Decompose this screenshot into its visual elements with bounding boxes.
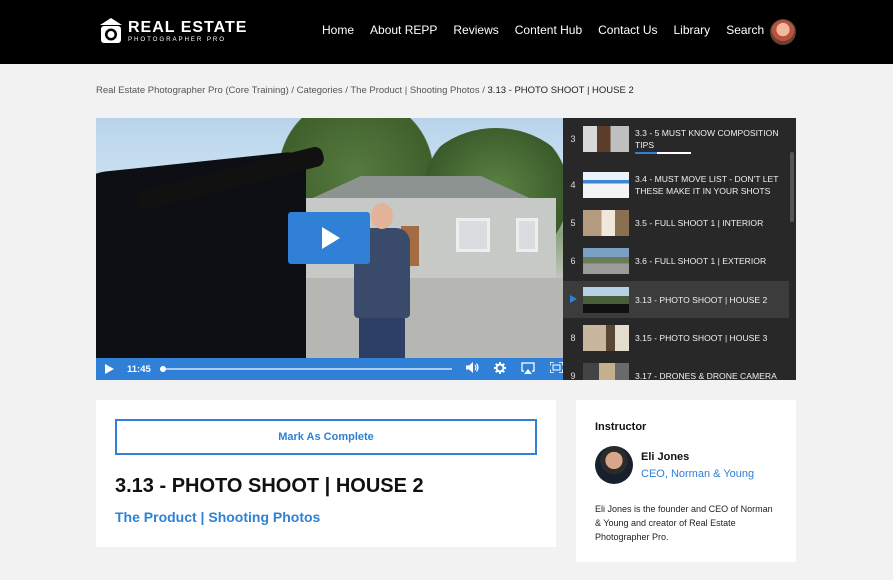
video-frame-window <box>516 218 538 252</box>
lesson-category-link[interactable]: The Product | Shooting Photos <box>115 509 320 525</box>
logo-main: REAL ESTATE <box>128 18 248 36</box>
video-player[interactable]: 11:45 <box>96 118 563 380</box>
playlist-item-number <box>563 294 583 305</box>
nav-search[interactable]: Search <box>726 23 764 37</box>
playlist-thumbnail <box>583 125 629 152</box>
nav-reviews[interactable]: Reviews <box>453 23 498 37</box>
video-time: 11:45 <box>127 363 151 375</box>
breadcrumb-category[interactable]: The Product | Shooting Photos <box>350 85 479 96</box>
nav-home[interactable]: Home <box>322 23 354 37</box>
playlist-item[interactable]: 6 3.6 - FULL SHOOT 1 | EXTERIOR <box>563 242 789 279</box>
lesson-playlist[interactable]: 3 3.3 - 5 MUST KNOW COMPOSITION TIPS 4 3… <box>563 118 796 380</box>
playlist-item-number: 9 <box>570 370 576 381</box>
user-avatar[interactable] <box>770 19 796 45</box>
airplay-icon[interactable] <box>521 361 535 377</box>
playlist-item[interactable]: 9 3.17 - DRONES & DRONE CAMERA <box>563 357 789 380</box>
playlist-item-title: 3.15 - PHOTO SHOOT | HOUSE 3 <box>635 332 768 343</box>
playlist-item-title: 3.13 - PHOTO SHOOT | HOUSE 2 <box>635 294 768 305</box>
instructor-card: Instructor Eli Jones CEO, Norman & Young… <box>576 400 796 562</box>
site-logo[interactable]: REAL ESTATE PHOTOGRAPHER PRO <box>100 15 247 47</box>
instructor-name: Eli Jones <box>641 451 690 463</box>
nav-about[interactable]: About REPP <box>370 23 437 37</box>
playlist-item[interactable]: 5 3.5 - FULL SHOOT 1 | INTERIOR <box>563 204 789 241</box>
lesson-card: Mark As Complete 3.13 - PHOTO SHOOT | HO… <box>96 400 556 547</box>
settings-icon[interactable] <box>493 361 507 377</box>
playlist-item[interactable]: 8 3.15 - PHOTO SHOOT | HOUSE 3 <box>563 319 789 356</box>
breadcrumb-separator: / <box>479 85 488 96</box>
playlist-item-title: 3.3 - 5 MUST KNOW COMPOSITION TIPS <box>635 127 779 150</box>
lesson-title: 3.13 - PHOTO SHOOT | HOUSE 2 <box>115 475 424 497</box>
seek-knob[interactable] <box>159 366 166 372</box>
playlist-item-title: 3.5 - FULL SHOOT 1 | INTERIOR <box>635 217 764 228</box>
logo-text: REAL ESTATE PHOTOGRAPHER PRO <box>128 19 247 44</box>
volume-icon[interactable] <box>466 362 480 376</box>
play-icon[interactable] <box>105 364 114 374</box>
big-play-button[interactable] <box>288 212 370 264</box>
instructor-role-link[interactable]: CEO, Norman & Young <box>641 468 754 480</box>
playlist-item-progress <box>635 152 691 154</box>
playlist-item-number: 6 <box>570 255 576 266</box>
playlist-item[interactable]: 3 3.3 - 5 MUST KNOW COMPOSITION TIPS <box>563 120 789 157</box>
video-frame-person <box>371 203 393 229</box>
site-header: REAL ESTATE PHOTOGRAPHER PRO Home About … <box>0 0 893 64</box>
playlist-thumbnail <box>583 209 629 236</box>
mark-complete-button[interactable]: Mark As Complete <box>115 419 537 455</box>
nav-library[interactable]: Library <box>674 23 711 37</box>
breadcrumb-course[interactable]: Real Estate Photographer Pro (Core Train… <box>96 85 289 96</box>
playlist-item[interactable]: 4 3.4 - MUST MOVE LIST - DON'T LET THESE… <box>563 166 789 203</box>
breadcrumb-categories[interactable]: Categories <box>297 85 343 96</box>
fullscreen-icon[interactable] <box>548 361 563 376</box>
main-nav: Home About REPP Reviews Content Hub Cont… <box>322 23 780 37</box>
camera-house-logo-icon <box>100 18 122 43</box>
play-icon <box>322 227 340 249</box>
playlist-item-title: 3.4 - MUST MOVE LIST - DON'T LET THESE M… <box>635 173 779 196</box>
playlist-thumbnail <box>583 324 629 351</box>
instructor-avatar <box>595 446 633 484</box>
playlist-item-title: 3.6 - FULL SHOOT 1 | EXTERIOR <box>635 255 767 266</box>
breadcrumb: Real Estate Photographer Pro (Core Train… <box>96 85 634 96</box>
playlist-scrollbar[interactable] <box>790 152 794 222</box>
breadcrumb-current: 3.13 - PHOTO SHOOT | HOUSE 2 <box>487 85 634 96</box>
playlist-thumbnail <box>583 247 629 274</box>
now-playing-icon <box>569 294 577 303</box>
playlist-thumbnail <box>583 286 629 313</box>
seek-bar[interactable] <box>159 366 452 372</box>
playlist-item-title: 3.17 - DRONES & DRONE CAMERA <box>635 370 777 381</box>
nav-content-hub[interactable]: Content Hub <box>515 23 582 37</box>
playlist-item-number: 4 <box>570 179 576 190</box>
instructor-bio: Eli Jones is the founder and CEO of Norm… <box>595 504 773 542</box>
playlist-item-number: 5 <box>570 217 576 228</box>
breadcrumb-separator: / <box>288 85 297 96</box>
playlist-thumbnail <box>583 362 629 380</box>
video-frame-window <box>456 218 490 252</box>
playlist-item-active[interactable]: 3.13 - PHOTO SHOOT | HOUSE 2 <box>563 281 789 318</box>
playlist-item-number: 8 <box>570 332 576 343</box>
nav-contact[interactable]: Contact Us <box>598 23 657 37</box>
playlist-item-progress-fill <box>635 152 658 154</box>
playlist-thumbnail <box>583 171 629 198</box>
instructor-heading: Instructor <box>595 421 647 433</box>
video-controls: 11:45 <box>96 358 563 380</box>
playlist-item-number: 3 <box>570 133 576 144</box>
logo-sub: PHOTOGRAPHER PRO <box>128 35 227 43</box>
